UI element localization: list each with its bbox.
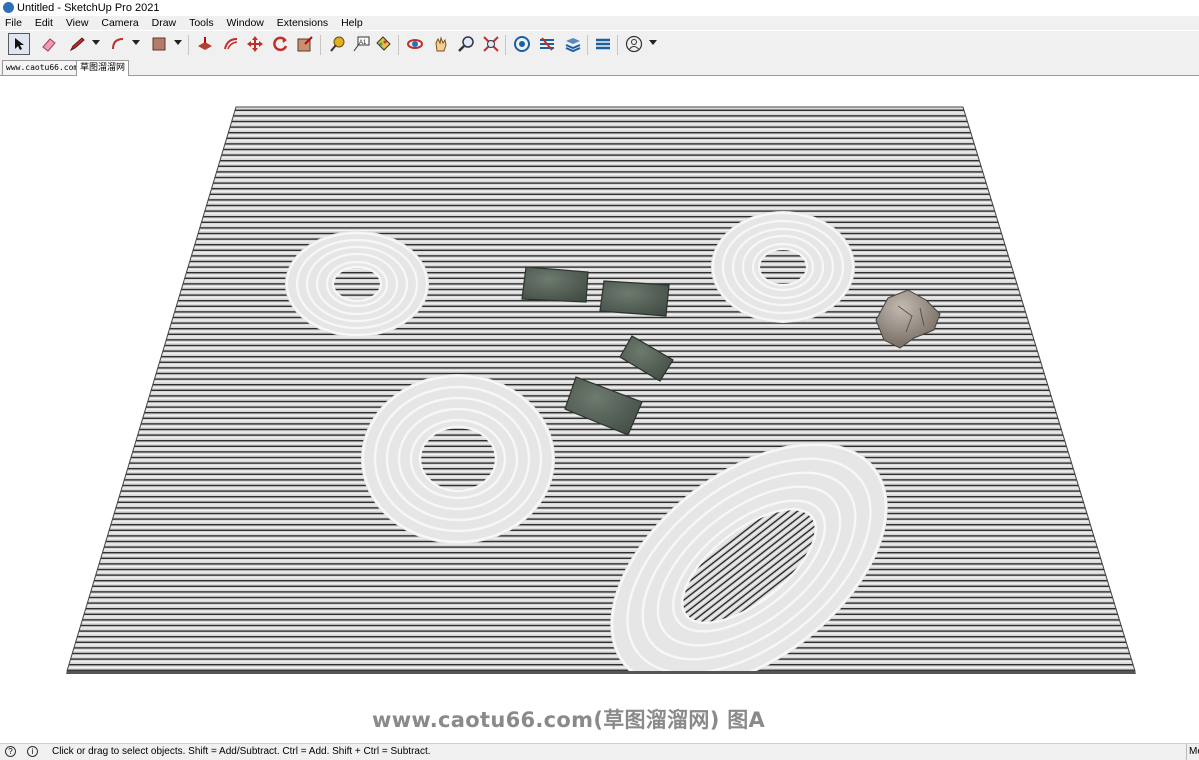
- 3d-warehouse-button[interactable]: [511, 33, 533, 55]
- raked-circle-top-left: [285, 231, 429, 337]
- menu-window[interactable]: Window: [227, 16, 264, 30]
- orbit-tool-button[interactable]: [404, 33, 426, 55]
- zen-garden-model: [66, 106, 1136, 674]
- offset-icon: [224, 38, 238, 50]
- account-dropdown-chevron-icon[interactable]: [649, 40, 657, 45]
- scene-tab-1[interactable]: www.caotu66.com: [2, 60, 83, 75]
- pencil-dropdown-chevron-icon[interactable]: [92, 40, 100, 45]
- extension-warehouse-icon: [540, 37, 554, 51]
- arc-icon: [112, 38, 124, 50]
- pan-tool-button[interactable]: [430, 33, 452, 55]
- zoom-tool-button[interactable]: [455, 33, 477, 55]
- info-icon[interactable]: i: [27, 746, 38, 757]
- send-to-layout-button[interactable]: [562, 33, 584, 55]
- toolbar-divider: [398, 35, 399, 55]
- menu-camera[interactable]: Camera: [101, 16, 138, 30]
- toolbar-divider: [587, 35, 588, 55]
- scale-icon: [297, 36, 313, 52]
- sketchup-app-icon: [3, 2, 14, 13]
- scene-tabs: www.caotu66.com 草图溜溜网: [0, 59, 1199, 76]
- scale-tool-button[interactable]: [294, 33, 316, 55]
- window-title: Untitled - SketchUp Pro 2021: [17, 2, 160, 14]
- menu-file[interactable]: File: [5, 16, 22, 30]
- menu-view[interactable]: View: [66, 16, 89, 30]
- push-pull-tool-button[interactable]: [194, 33, 216, 55]
- arc-tool-button[interactable]: [108, 33, 130, 55]
- move-icon: [247, 36, 263, 52]
- scene-tab-2[interactable]: 草图溜溜网: [76, 60, 130, 76]
- pencil-icon: [69, 37, 85, 52]
- select-icon: [15, 38, 24, 50]
- orbit-icon: [407, 39, 423, 49]
- menu-tools[interactable]: Tools: [189, 16, 214, 30]
- tape-measure-tool-button[interactable]: [326, 33, 348, 55]
- site-watermark: www.caotu66.com(草图溜溜网) 图A: [372, 708, 766, 732]
- menu-help[interactable]: Help: [341, 16, 363, 30]
- title-bar: Untitled - SketchUp Pro 2021: [0, 0, 1199, 16]
- toolbar-divider: [505, 35, 506, 55]
- rotate-tool-button[interactable]: [269, 33, 291, 55]
- offset-tool-button[interactable]: [220, 33, 242, 55]
- main-toolbar: A1: [0, 31, 1199, 60]
- zoom-icon: [458, 36, 474, 52]
- tape-measure-icon: [330, 36, 345, 52]
- extension-manager-icon: [596, 38, 610, 50]
- menu-draw[interactable]: Draw: [152, 16, 177, 30]
- eraser-icon: [42, 38, 56, 52]
- menu-edit[interactable]: Edit: [35, 16, 53, 30]
- stepping-stone: [599, 280, 670, 317]
- measurements-box[interactable]: Me: [1186, 744, 1199, 760]
- select-tool-button[interactable]: [8, 33, 30, 55]
- status-bar: ? i Click or drag to select objects. Shi…: [0, 743, 1199, 760]
- arc-dropdown-chevron-icon[interactable]: [132, 40, 140, 45]
- raked-circle-top-right: [711, 211, 855, 323]
- shape-tool-button[interactable]: [148, 33, 170, 55]
- shape-dropdown-chevron-icon[interactable]: [174, 40, 182, 45]
- stepping-stone: [521, 266, 589, 303]
- extension-warehouse-button[interactable]: [536, 33, 558, 55]
- pan-icon: [435, 36, 447, 52]
- raked-circle-middle: [361, 374, 555, 544]
- zoom-extents-tool-button[interactable]: [480, 33, 502, 55]
- toolbar-divider: [188, 35, 189, 55]
- toolbar-divider: [617, 35, 618, 55]
- geolocation-icon[interactable]: ?: [5, 746, 16, 757]
- text-tool-button[interactable]: A1: [350, 33, 372, 55]
- model-viewport[interactable]: www.caotu66.com(草图溜溜网) 图A: [0, 76, 1199, 743]
- paint-bucket-icon: [376, 36, 391, 51]
- move-tool-button[interactable]: [244, 33, 266, 55]
- pencil-tool-button[interactable]: [66, 33, 88, 55]
- svg-text:A1: A1: [359, 40, 367, 46]
- status-message: Click or drag to select objects. Shift =…: [52, 746, 431, 757]
- rotate-icon: [273, 36, 288, 52]
- account-button[interactable]: [623, 33, 645, 55]
- shape-icon: [152, 37, 166, 51]
- eraser-tool-button[interactable]: [38, 33, 60, 55]
- account-icon: [625, 35, 643, 53]
- toolbar-divider: [320, 35, 321, 55]
- paint-bucket-tool-button[interactable]: [372, 33, 394, 55]
- extension-manager-button[interactable]: [592, 33, 614, 55]
- menu-extensions[interactable]: Extensions: [277, 16, 328, 30]
- text-icon: A1: [353, 36, 370, 52]
- layout-icon: [565, 38, 581, 53]
- menu-bar: File Edit View Camera Draw Tools Window …: [0, 16, 1199, 30]
- zoom-extents-icon: [483, 36, 499, 52]
- push-pull-icon: [198, 37, 212, 50]
- warehouse-icon: [514, 36, 530, 52]
